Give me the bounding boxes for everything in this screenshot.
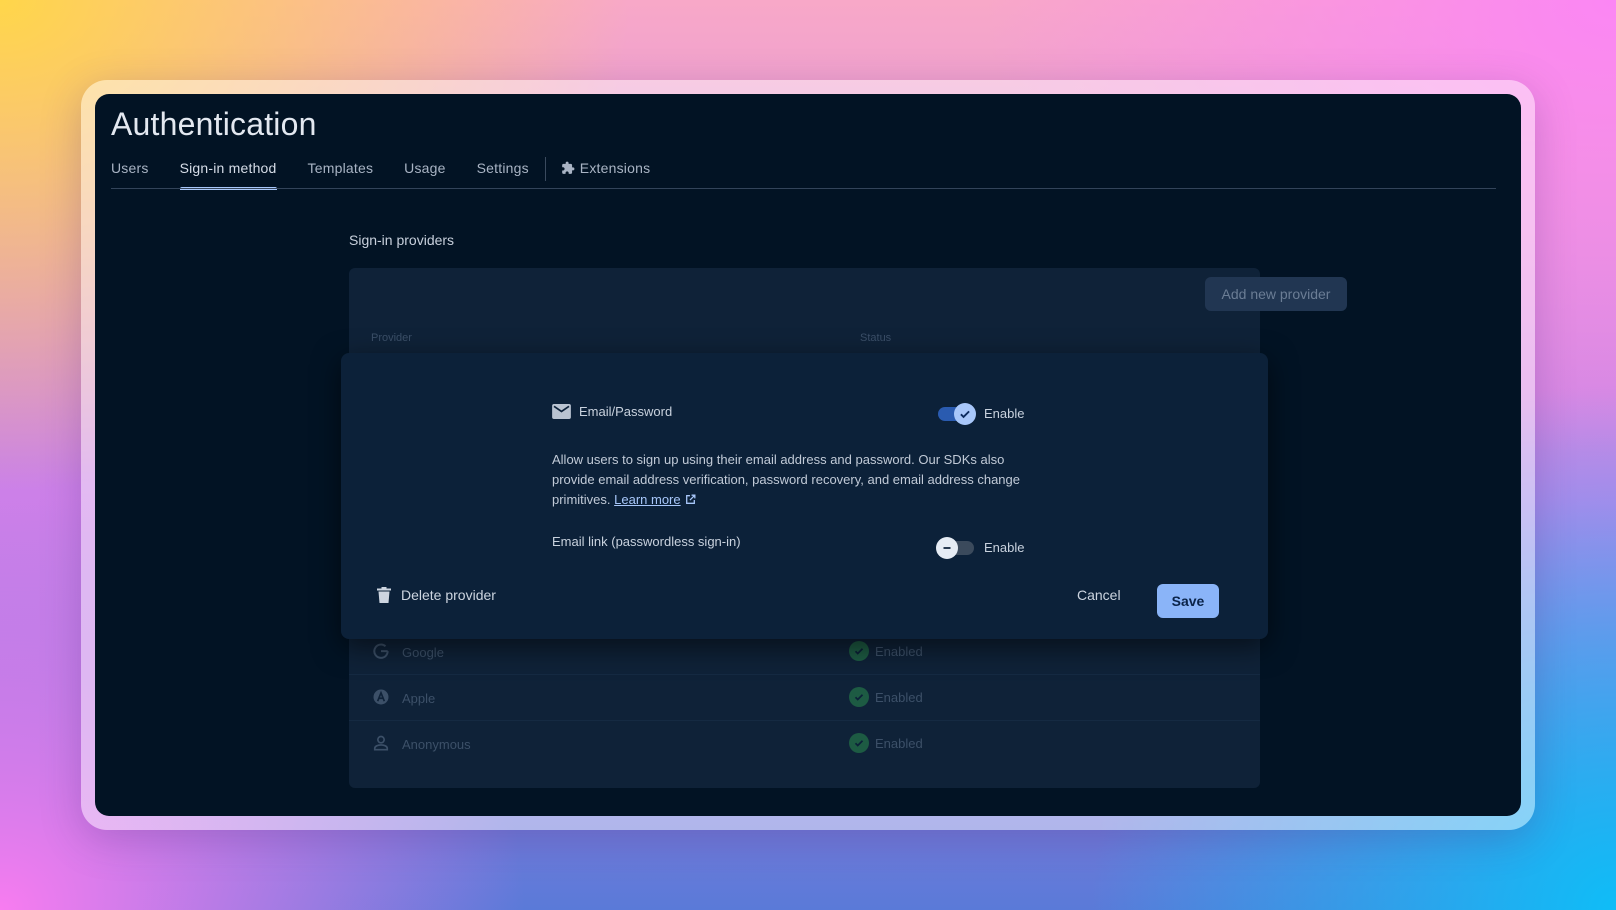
- provider-header: Email/Password: [552, 404, 672, 419]
- mail-icon: [552, 404, 571, 419]
- provider-description: Allow users to sign up using their email…: [552, 450, 1042, 510]
- check-icon: [954, 402, 976, 425]
- provider-name: Anonymous: [402, 737, 471, 752]
- delete-provider-label: Delete provider: [401, 587, 496, 603]
- enable-toggle[interactable]: Enable: [938, 402, 1025, 425]
- check-circle-icon: [849, 641, 869, 661]
- tab-templates[interactable]: Templates: [308, 160, 374, 188]
- provider-name: Apple: [402, 691, 436, 706]
- tab-extensions-label: Extensions: [579, 160, 651, 176]
- status-text: Enabled: [875, 735, 923, 751]
- tabs-divider-line: [111, 188, 1496, 189]
- page-title: Authentication: [111, 106, 317, 142]
- add-new-provider-button[interactable]: Add new provider: [1205, 277, 1347, 311]
- check-circle-icon: [849, 733, 869, 753]
- person-icon: [373, 735, 389, 751]
- provider-editor-panel: Email/Password Enable Allow users to sig…: [341, 353, 1268, 639]
- learn-more-link[interactable]: Learn more: [614, 492, 680, 507]
- status-badge: Enabled: [849, 733, 923, 753]
- provider-name: Google: [402, 645, 444, 660]
- tab-sign-in-method[interactable]: Sign-in method: [179, 160, 277, 190]
- email-link-toggle[interactable]: Enable: [936, 536, 1025, 559]
- trash-icon: [377, 587, 391, 603]
- enable-label: Enable: [984, 406, 1025, 421]
- google-icon: [373, 643, 389, 659]
- status-text: Enabled: [875, 643, 923, 659]
- column-header-provider: Provider: [371, 332, 412, 344]
- delete-provider-button[interactable]: Delete provider: [377, 587, 496, 603]
- tab-usage[interactable]: Usage: [404, 160, 445, 188]
- column-header-status: Status: [860, 332, 892, 344]
- minus-icon: [936, 536, 958, 559]
- table-row[interactable]: Anonymous Enabled: [349, 720, 1260, 767]
- check-circle-icon: [849, 687, 869, 707]
- external-link-icon: [685, 494, 696, 504]
- enable-label: Enable: [984, 540, 1025, 555]
- app-window: Authentication Users Sign-in method Temp…: [95, 94, 1521, 816]
- toggle-track[interactable]: [936, 536, 974, 559]
- puzzle-icon: [561, 161, 575, 174]
- toggle-track[interactable]: [938, 402, 976, 425]
- section-title: Sign-in providers: [349, 232, 455, 248]
- apple-icon: [373, 689, 389, 705]
- tab-divider: [544, 157, 546, 181]
- tab-bar: Users Sign-in method Templates Usage Set…: [111, 157, 681, 190]
- status-badge: Enabled: [849, 687, 923, 707]
- tab-extensions[interactable]: Extensions: [561, 160, 650, 188]
- provider-name: Email/Password: [579, 404, 673, 419]
- email-link-label: Email link (passwordless sign-in): [552, 534, 741, 549]
- status-badge: Enabled: [849, 641, 923, 661]
- cancel-button[interactable]: Cancel: [1077, 587, 1121, 603]
- tab-settings[interactable]: Settings: [477, 160, 529, 188]
- tab-users[interactable]: Users: [111, 160, 149, 188]
- save-button[interactable]: Save: [1157, 584, 1219, 618]
- status-text: Enabled: [875, 689, 923, 705]
- table-row[interactable]: Apple Enabled: [349, 674, 1260, 721]
